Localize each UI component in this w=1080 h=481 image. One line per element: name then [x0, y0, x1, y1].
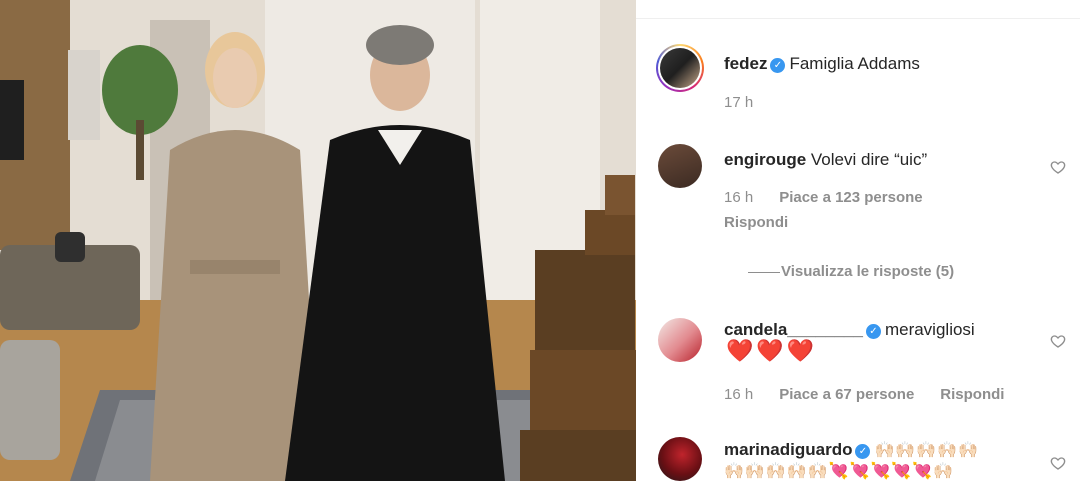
comment-meta: 16 h Piace a 123 persone: [724, 189, 949, 206]
top-divider: [636, 18, 1080, 19]
comments-panel: fedez ✓ Famiglia Addams 17 h engirouge Vol…: [636, 0, 1080, 481]
caption-body: Famiglia Addams: [789, 54, 920, 73]
comment-text: engirouge Volevi dire “uic”: [724, 147, 927, 173]
commenter-username[interactable]: candela________: [724, 320, 863, 339]
reply-button[interactable]: Rispondi: [940, 386, 1004, 403]
heart-outline-icon[interactable]: [1050, 159, 1066, 175]
caption-row: fedez ✓ Famiglia Addams 17 h: [656, 44, 1066, 114]
comment-likes[interactable]: Piace a 67 persone: [779, 386, 914, 403]
author-avatar[interactable]: [656, 44, 704, 92]
heart-outline-icon[interactable]: [1050, 333, 1066, 349]
photo-illustration: [0, 0, 636, 481]
post-photo: [0, 0, 636, 481]
author-username[interactable]: fedez: [724, 54, 767, 73]
comment-likes[interactable]: Piace a 123 persone: [779, 189, 922, 206]
view-replies-button[interactable]: Visualizza le risposte (5): [781, 263, 954, 280]
comment-emoji-line2: 🙌🏻🙌🏻🙌🏻🙌🏻🙌🏻💘💘💘💘💘🙌🏻: [724, 463, 955, 480]
verified-badge-icon: ✓: [855, 444, 871, 459]
caption-text: fedez ✓ Famiglia Addams: [724, 51, 920, 77]
comment-meta: 16 h Piace a 67 persone Rispondi: [724, 386, 1030, 403]
reply-button[interactable]: Rispondi: [724, 214, 788, 231]
comment-item: marinadiguardo ✓ 🙌🏻🙌🏻🙌🏻🙌🏻🙌🏻 🙌🏻🙌🏻🙌🏻🙌🏻🙌🏻💘💘💘💘…: [656, 437, 1066, 481]
comment-time[interactable]: 16 h: [724, 189, 753, 206]
commenter-username[interactable]: marinadiguardo: [724, 440, 852, 459]
commenter-username[interactable]: engirouge: [724, 150, 806, 169]
commenter-avatar[interactable]: [658, 318, 702, 362]
comment-emoji: ❤️❤️❤️: [726, 338, 818, 363]
comment-item: engirouge Volevi dire “uic” 16 h Piace a …: [656, 144, 1066, 284]
comment-item: candela________ ✓ meravigliosi ❤️❤️❤️ 16 h…: [656, 318, 1066, 418]
commenter-avatar[interactable]: [658, 437, 702, 481]
commenter-avatar[interactable]: [658, 144, 702, 188]
replies-line: [748, 272, 780, 273]
verified-badge-icon: ✓: [865, 324, 881, 339]
verified-badge-icon: ✓: [770, 58, 786, 73]
comment-time[interactable]: 16 h: [724, 386, 753, 403]
comment-emoji-line1: 🙌🏻🙌🏻🙌🏻🙌🏻🙌🏻: [874, 442, 980, 459]
heart-outline-icon[interactable]: [1050, 455, 1066, 471]
post-timestamp[interactable]: 17 h: [724, 94, 753, 111]
comment-body: Volevi dire “uic”: [810, 150, 928, 169]
comment-body: meravigliosi: [884, 320, 975, 339]
